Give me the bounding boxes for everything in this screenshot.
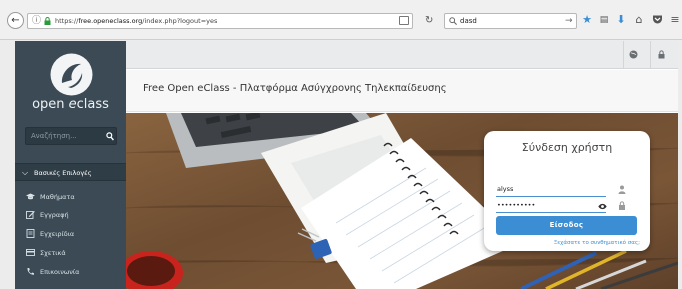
url-text: https://free.openeclass.org/index.php?lo… [55, 16, 217, 27]
search-bar[interactable]: dasd → [444, 13, 577, 29]
manual-icon [26, 229, 35, 238]
download-icon[interactable]: ⬇ [615, 14, 627, 26]
lock-icon [44, 17, 51, 25]
edit-icon [26, 211, 35, 219]
url-path: /index.php?logout=yes [142, 17, 218, 25]
sidebar-section-label: Βασικές Επιλογές [34, 169, 92, 177]
sidebar-item-manuals[interactable]: Εγχειρίδια [15, 226, 126, 242]
sidebar-item-register[interactable]: Εγγραφή [15, 207, 126, 223]
page-title: Free Open eClass - Πλατφόρμα Ασύγχρονης … [143, 83, 447, 94]
sidebar-item-label: Επικοινωνία [40, 268, 80, 276]
search-value: dasd [460, 17, 477, 25]
username-value: alyss [497, 185, 514, 193]
search-icon [449, 17, 457, 25]
sidebar-item-contact[interactable]: Επικοινωνία [15, 264, 126, 280]
search-icon[interactable] [106, 132, 114, 141]
pocket-icon[interactable] [651, 14, 663, 26]
sidebar-search-placeholder: Αναζήτηση... [31, 132, 77, 140]
bookmark-star-icon[interactable]: ★ [581, 14, 593, 26]
sidebar-item-about[interactable]: Σχετικά [15, 245, 126, 261]
credit-card-icon [26, 249, 35, 256]
login-title: Σύνδεση χρήστη [521, 141, 613, 154]
sidebar-search-input[interactable]: Αναζήτηση... [25, 127, 117, 145]
user-icon [618, 185, 626, 194]
globe-icon[interactable] [629, 50, 638, 59]
login-submit-button[interactable]: Είσοδος [496, 216, 637, 235]
password-value: •••••••••• [497, 201, 536, 209]
browser-toolbar: ← ⓘ https://free.openeclass.org/index.ph… [0, 0, 682, 40]
reload-icon[interactable]: ↻ [425, 13, 433, 29]
logo-text-open: open [32, 97, 69, 112]
sidebar-item-label: Εγχειρίδια [40, 230, 75, 238]
graduation-cap-icon [26, 193, 35, 200]
logo-text-e: e [68, 97, 77, 112]
info-icon[interactable]: ⓘ [32, 15, 41, 27]
forgot-password-link[interactable]: Ξεχάσατε το συνθηματικό σας; [484, 239, 640, 247]
title-band: Free Open eClass - Πλατφόρμα Ασύγχρονης … [126, 70, 678, 112]
reader-view-icon[interactable] [399, 16, 409, 25]
lock-icon [619, 201, 625, 210]
sidebar: open eclass Αναζήτηση... ⌵ Βασικές Επιλο… [15, 41, 126, 289]
address-bar[interactable]: ⓘ https://free.openeclass.org/index.php?… [27, 13, 413, 29]
open-eclass-logo-icon[interactable] [50, 53, 93, 96]
top-bar [126, 41, 678, 69]
sidebar-item-courses[interactable]: Μαθήματα [15, 189, 126, 205]
top-bar-divider [650, 41, 651, 69]
chevron-down-icon: ⌵ [22, 168, 29, 177]
phone-icon [27, 268, 34, 275]
username-field[interactable]: alyss [496, 183, 606, 197]
home-icon[interactable]: ⌂ [633, 14, 645, 26]
sidebar-section-basic-options[interactable]: ⌵ Βασικές Επιλογές [15, 163, 126, 181]
sidebar-item-label: Μαθήματα [40, 193, 75, 201]
url-prefix: https:// [55, 17, 79, 25]
logo-text: open eclass [15, 97, 126, 113]
sidebar-item-label: Σχετικά [40, 249, 66, 257]
hero-banner: Σύνδεση χρήστη alyss •••••••••• Είσοδος … [126, 113, 678, 289]
sidebar-item-label: Εγγραφή [40, 211, 69, 219]
forward-arrow-icon[interactable]: → [565, 15, 573, 27]
logo-text-class: class [76, 97, 109, 112]
password-field[interactable]: •••••••••• [496, 199, 606, 213]
page: open eclass Αναζήτηση... ⌵ Βασικές Επιλο… [15, 41, 678, 289]
login-panel: Σύνδεση χρήστη alyss •••••••••• Είσοδος … [484, 131, 650, 251]
show-password-eye-icon[interactable] [598, 203, 607, 210]
url-host: free.openeclass.org [78, 17, 143, 25]
top-bar-divider [623, 41, 624, 69]
back-arrow-icon[interactable]: ← [7, 12, 24, 29]
lock-icon[interactable] [657, 50, 666, 59]
library-icon[interactable]: ▤ [598, 14, 610, 26]
menu-icon[interactable]: ≡ [669, 14, 681, 26]
